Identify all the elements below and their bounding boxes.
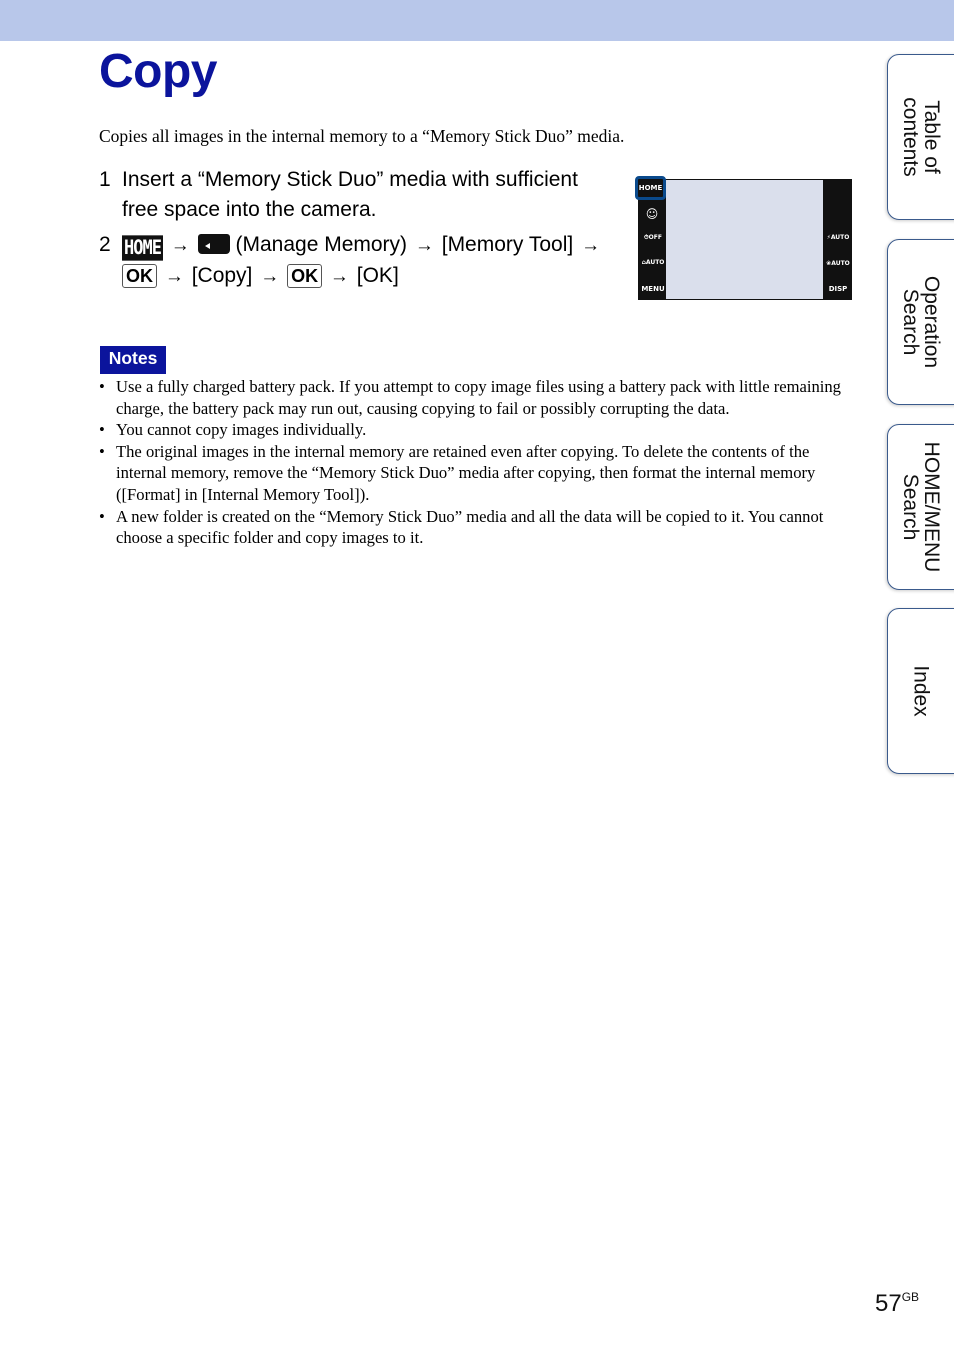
tab-label: Index	[909, 665, 933, 717]
tab-label: Table of contents	[899, 97, 943, 177]
copy-label: [Copy]	[191, 263, 253, 287]
camera-home-button: HOME	[635, 176, 666, 200]
notes-heading: Notes	[100, 346, 166, 374]
steps-list: 1 Insert a “Memory Stick Duo” media with…	[99, 165, 619, 297]
arrow-icon: →	[170, 235, 190, 256]
page-suffix: GB	[901, 1290, 920, 1304]
manage-memory-label: (Manage Memory)	[235, 233, 408, 256]
tab-operation-search[interactable]: Operation Search	[887, 239, 954, 405]
page-number: 57GB	[875, 1290, 920, 1317]
notes-list: Use a fully charged battery pack. If you…	[99, 376, 859, 549]
camera-screen-illustration: HOME ☺ ⏱OFF ⌂AUTO MENU ⚡AUTO ❀AUTO DISP	[635, 176, 852, 300]
note-item: The original images in the internal memo…	[99, 441, 859, 506]
step-1: 1 Insert a “Memory Stick Duo” media with…	[99, 165, 619, 224]
ok-button-icon: OK	[122, 263, 157, 288]
note-item: Use a fully charged battery pack. If you…	[99, 376, 859, 419]
final-ok-label: [OK]	[356, 263, 399, 287]
step-text: Insert a “Memory Stick Duo” media with s…	[122, 168, 578, 221]
note-item: You cannot copy images individually.	[99, 419, 859, 441]
intro-text: Copies all images in the internal memory…	[99, 126, 625, 146]
macro-auto-icon: ❀AUTO	[826, 260, 850, 267]
camera-menu-button: MENU	[641, 285, 665, 293]
memory-tool-label: [Memory Tool]	[441, 233, 574, 256]
tab-table-of-contents[interactable]: Table of contents	[887, 54, 954, 220]
tab-label: HOME/MENU Search	[899, 441, 943, 573]
note-item: A new folder is created on the “Memory S…	[99, 506, 859, 549]
self-timer-off-icon: ⏱OFF	[644, 234, 662, 241]
step-2: 2 HOME → (Manage Memory) → [Memory Tool]…	[99, 230, 619, 291]
tab-label: Operation Search	[899, 275, 943, 369]
step-number: 2	[99, 233, 111, 256]
arrow-icon: →	[164, 265, 184, 287]
step-number: 1	[99, 168, 111, 191]
page-title: Copy	[99, 45, 218, 98]
face-icon: ☺	[645, 207, 659, 221]
arrow-icon: →	[414, 235, 434, 256]
header-band	[0, 0, 954, 41]
flash-auto-icon: ⚡AUTO	[826, 234, 850, 241]
ok-button-icon: OK	[287, 263, 323, 288]
camera-lcd	[666, 180, 823, 299]
tab-home-menu-search[interactable]: HOME/MENU Search	[887, 424, 954, 590]
camera-disp-button: DISP	[828, 285, 848, 293]
tab-index[interactable]: Index	[887, 608, 954, 774]
memory-card-icon	[197, 234, 230, 254]
arrow-icon: →	[581, 235, 601, 256]
arrow-icon: →	[329, 265, 349, 287]
arrow-icon: →	[260, 265, 280, 287]
scene-auto-icon: ⌂AUTO	[641, 259, 665, 266]
home-button-icon: HOME	[122, 235, 163, 261]
